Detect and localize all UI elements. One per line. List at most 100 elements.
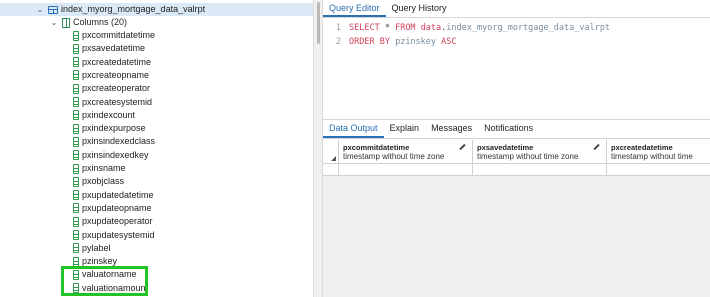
column-header[interactable]: pxcreatedatetime timestamp without time … [607, 140, 710, 171]
tree-column-item[interactable]: pxupdateopname [0, 202, 152, 215]
table-name: index_myorg_mortgage_data_valrpt [61, 4, 206, 14]
tree-column-item[interactable]: pxcommitdatetime [0, 29, 155, 42]
chevron-down-icon[interactable]: ⌄ [49, 16, 59, 29]
column-name: pxobjclass [82, 176, 125, 187]
column-icon [73, 57, 79, 68]
sql-token: ASC [441, 37, 457, 47]
sql-editor[interactable]: 1 SELECT * FROM data.index_myorg_mortgage… [323, 19, 710, 119]
column-name: pxupdatesystemid [82, 229, 155, 240]
columns-label: Columns (20) [73, 17, 128, 27]
grid-cell[interactable] [607, 164, 710, 176]
column-name: pxupdateoperator [82, 216, 153, 227]
column-name: pxupdateopname [82, 202, 152, 213]
tree-column-item[interactable]: pxupdatedatetime [0, 189, 154, 202]
column-icon [73, 110, 79, 121]
column-name: pxinsindexedclass [82, 136, 156, 147]
column-header-name: pxcommitdatetime [343, 143, 410, 152]
table-icon [48, 5, 58, 14]
query-tool-panel: Query Editor Query History 1 SELECT * FRO… [323, 0, 710, 297]
column-name: pxindexpurpose [82, 123, 146, 134]
column-icon [73, 70, 79, 81]
tab-messages[interactable]: Messages [425, 119, 478, 138]
column-name: pxcreatesystemid [82, 96, 153, 107]
sql-token: pzinskey [395, 37, 437, 47]
column-icon [73, 190, 79, 201]
tree-column-item[interactable]: pxcreatesystemid [0, 96, 152, 109]
columns-icon [62, 17, 70, 28]
tab-data-output[interactable]: Data Output [323, 119, 384, 138]
tree-column-item[interactable]: pylabel [0, 242, 111, 255]
sql-token: SELECT [349, 23, 380, 33]
tree-column-item[interactable]: pxcreatedatetime [0, 56, 151, 69]
sql-token: data [420, 23, 442, 33]
column-icon [73, 150, 79, 161]
tree-columns-node[interactable]: ⌄ Columns (20) [0, 16, 127, 29]
grid-cell[interactable] [339, 164, 473, 176]
column-icon [73, 176, 79, 187]
tree-column-item[interactable]: pxindexcount [0, 109, 135, 122]
column-header[interactable]: pxsavedatetime timestamp without time zo… [473, 140, 607, 164]
column-icon [73, 30, 79, 41]
tree-column-item[interactable]: pxinsname [0, 162, 126, 175]
tree-column-item[interactable]: pxindexpurpose [0, 122, 146, 135]
column-header[interactable]: pxcommitdatetime timestamp without time … [339, 140, 473, 164]
query-tabs: Query Editor Query History [323, 0, 710, 18]
tab-explain[interactable]: Explain [384, 119, 426, 138]
object-browser-tree: ⌄ index_myorg_mortgage_data_valrpt ⌄ Col… [0, 0, 313, 297]
tree-column-item[interactable]: pxsavedatetime [0, 42, 145, 55]
chevron-down-icon[interactable]: ⌄ [35, 3, 45, 16]
column-name: pxcreatedatetime [82, 56, 152, 67]
column-name: pxindexcount [82, 109, 136, 120]
column-icon [73, 230, 79, 240]
grid-header: pxcommitdatetime timestamp without time … [323, 140, 710, 171]
sql-token: ORDER BY [349, 37, 390, 47]
tree-table-node[interactable]: ⌄ index_myorg_mortgage_data_valrpt [0, 3, 313, 16]
column-icon [73, 216, 79, 227]
highlight-box [61, 266, 148, 296]
panel-splitter[interactable] [313, 0, 323, 297]
sort-corner-icon[interactable] [323, 140, 339, 164]
tree-column-item[interactable]: pxcreateopname [0, 69, 149, 82]
column-name: pxcommitdatetime [82, 30, 156, 40]
line-number: 1 [335, 23, 341, 33]
sql-token: * [379, 23, 396, 33]
column-header-name: pxcreatedatetime [611, 143, 673, 152]
column-name: pylabel [82, 242, 111, 253]
column-icon [73, 43, 79, 54]
tree-column-item[interactable]: pxupdateoperator [0, 215, 153, 228]
tree-column-item[interactable]: pxcreateoperator [0, 82, 150, 95]
column-header-type: timestamp without time zone [477, 152, 579, 161]
data-output-grid: pxcommitdatetime timestamp without time … [323, 140, 710, 297]
column-icon [73, 97, 79, 107]
editor-line: 2 ORDER BY pzinskey ASC [323, 36, 457, 49]
column-icon [73, 203, 79, 214]
line-number: 2 [335, 37, 341, 47]
column-icon [73, 163, 79, 174]
column-icon [73, 243, 79, 254]
grid-cell[interactable] [473, 164, 607, 176]
output-tabs: Data Output Explain Messages Notificatio… [323, 119, 710, 139]
column-header-name: pxsavedatetime [477, 143, 534, 152]
column-icon [73, 83, 79, 94]
column-name: pxinsname [82, 163, 126, 173]
tree-column-item[interactable]: pxinsindexedkey [0, 149, 149, 162]
sql-token: FROM [395, 23, 416, 33]
column-name: pxupdatedatetime [82, 189, 154, 200]
column-name: pxcreateoperator [82, 83, 151, 94]
splitter-grip[interactable] [317, 2, 320, 44]
editor-line: 1 SELECT * FROM data.index_myorg_mortgage… [323, 22, 610, 35]
tree-column-item[interactable]: pxobjclass [0, 175, 124, 188]
column-icon [73, 123, 79, 134]
column-name: pxcreateopname [82, 69, 150, 80]
column-name: pxinsindexedkey [82, 149, 149, 160]
column-name: pxsavedatetime [82, 43, 146, 54]
row-header-cell[interactable] [323, 164, 339, 176]
tree-column-item[interactable]: pxinsindexedclass [0, 135, 155, 148]
tab-notifications[interactable]: Notifications [478, 119, 539, 138]
table-row [323, 164, 710, 176]
sql-token: index_myorg_mortgage_data_valrpt [446, 23, 611, 33]
column-icon [73, 136, 79, 147]
tab-query-history[interactable]: Query History [386, 0, 453, 17]
tree-column-item[interactable]: pxupdatesystemid [0, 229, 155, 242]
tab-query-editor[interactable]: Query Editor [323, 0, 386, 17]
